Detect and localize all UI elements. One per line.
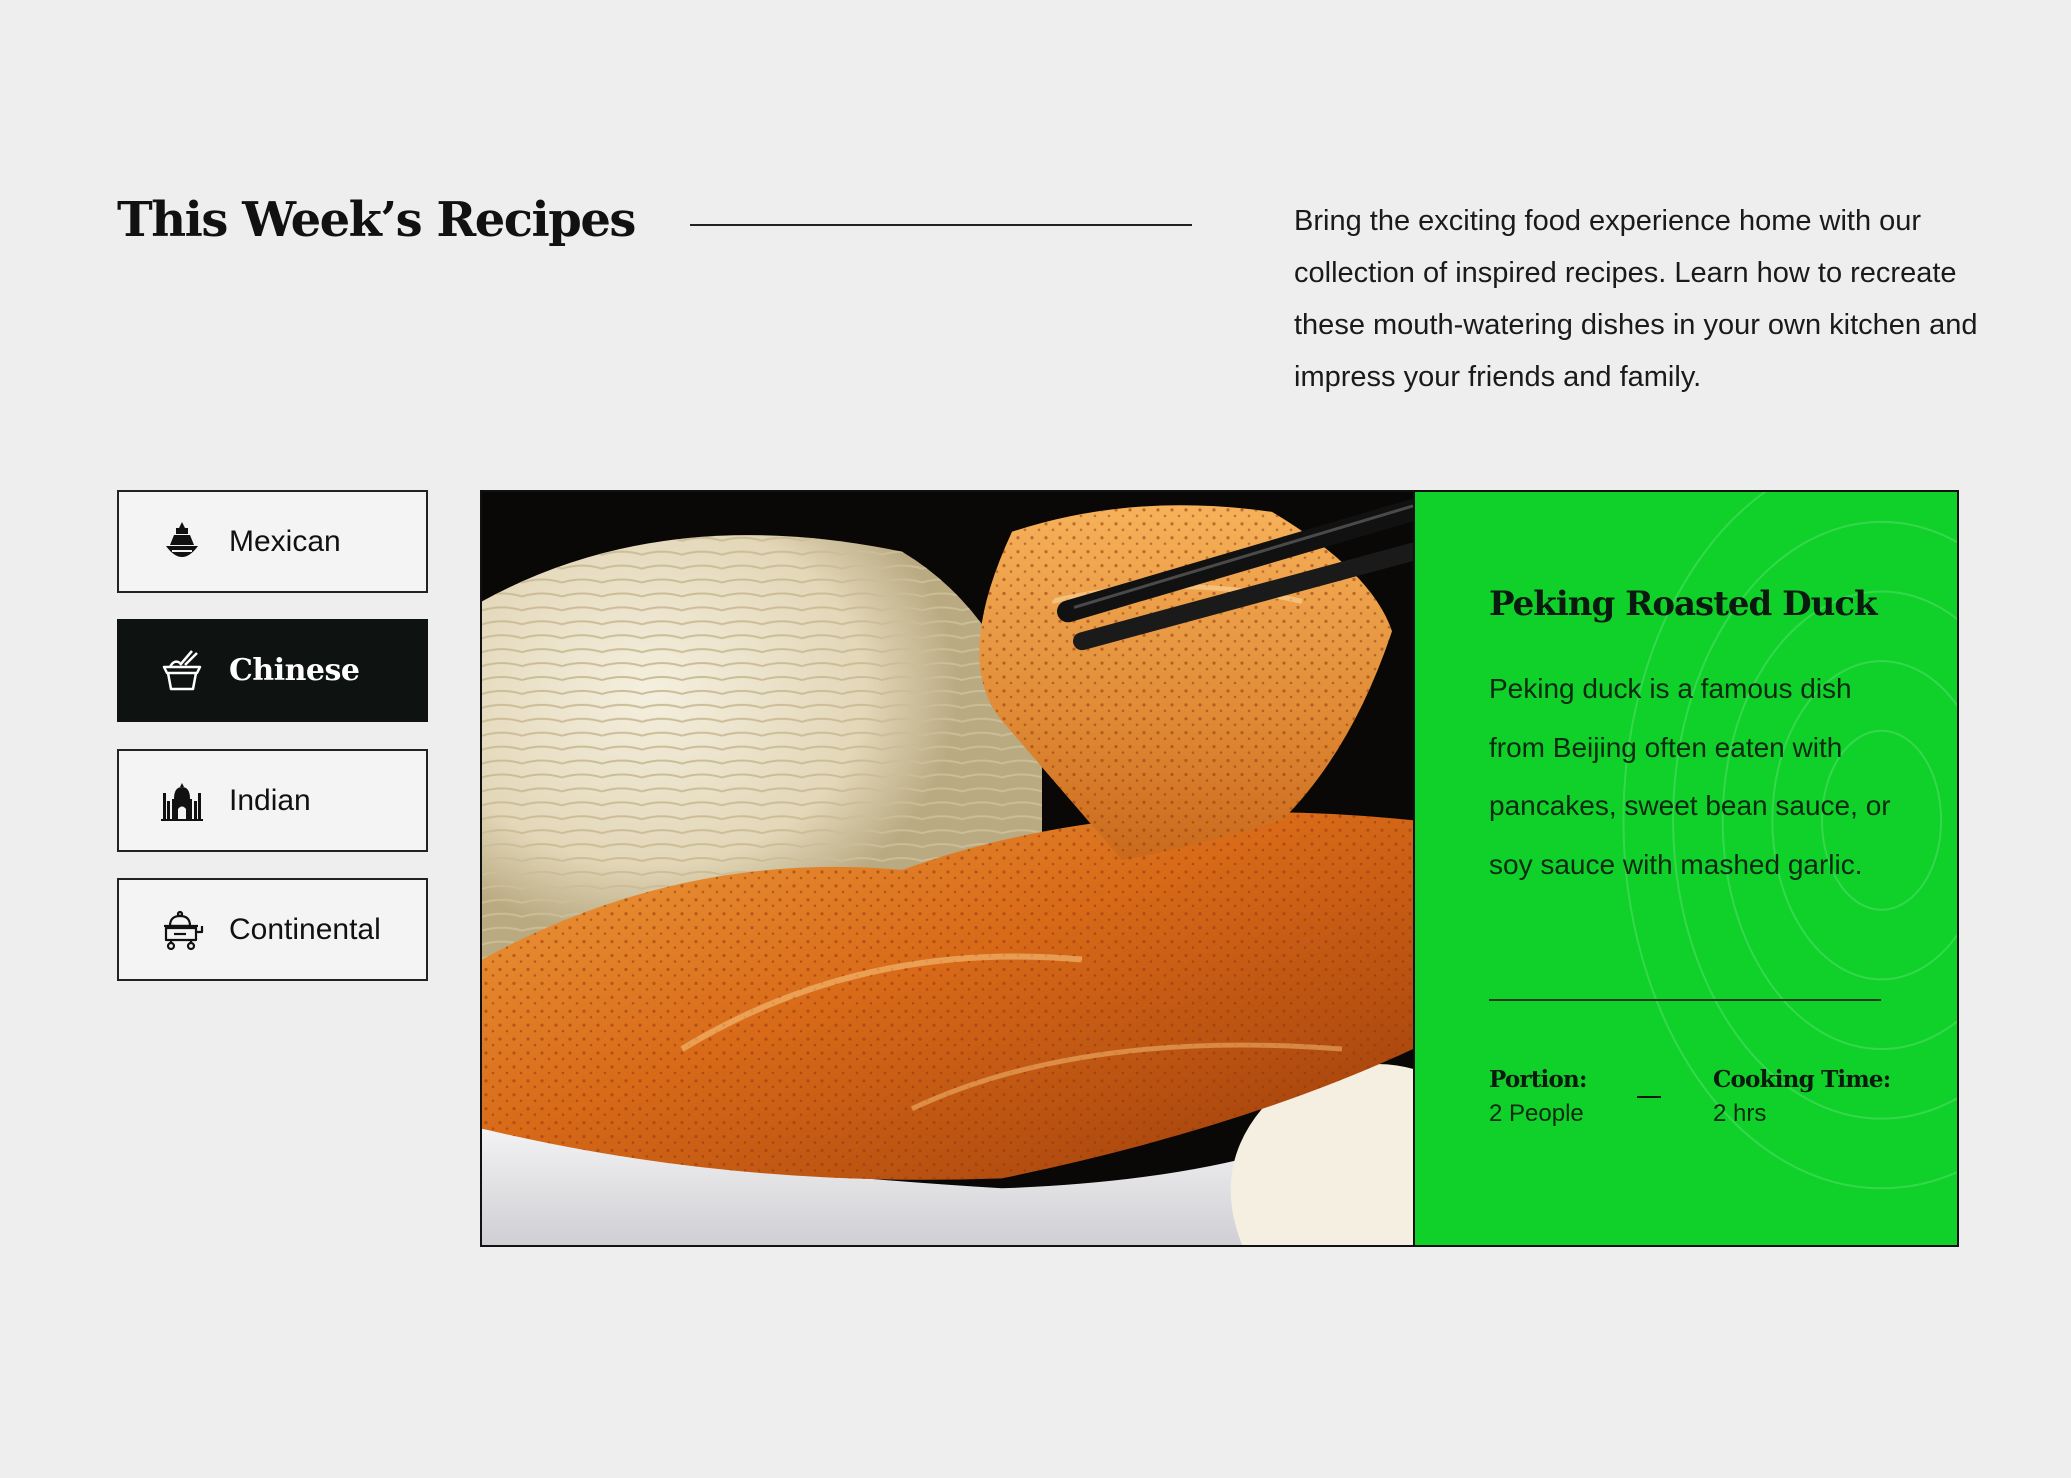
tab-label: Continental bbox=[229, 912, 381, 946]
title-divider bbox=[690, 224, 1192, 226]
meta-separator bbox=[1637, 1096, 1661, 1098]
sombrero-icon bbox=[157, 517, 207, 567]
tab-label: Chinese bbox=[229, 653, 360, 688]
page-title: This Week’s Recipes bbox=[117, 192, 636, 248]
recipe-photo bbox=[482, 492, 1413, 1245]
peking-duck-photo bbox=[482, 492, 1413, 1245]
serving-cart-icon bbox=[157, 905, 207, 955]
tab-label: Indian bbox=[229, 783, 311, 817]
cooking-time-value: 2 hrs bbox=[1713, 1100, 1767, 1127]
taj-mahal-icon bbox=[157, 776, 207, 826]
portion-value: 2 People bbox=[1489, 1100, 1584, 1127]
intro-text: Bring the exciting food experience home … bbox=[1294, 205, 1978, 393]
tab-chinese[interactable]: Chinese bbox=[117, 619, 428, 722]
tab-mexican[interactable]: Mexican bbox=[117, 490, 428, 593]
recipe-card: Peking Roasted Duck Peking duck is a fam… bbox=[480, 490, 1959, 1247]
recipe-title: Peking Roasted Duck bbox=[1489, 584, 1878, 624]
recipe-description: Peking duck is a famous dish from Beijin… bbox=[1489, 673, 1891, 880]
tab-label: Mexican bbox=[229, 524, 341, 558]
recipe-info-panel: Peking Roasted Duck Peking duck is a fam… bbox=[1413, 492, 1957, 1245]
cooking-time-label: Cooking Time: bbox=[1713, 1066, 1891, 1093]
takeout-box-chopsticks-icon bbox=[157, 646, 207, 696]
tab-indian[interactable]: Indian bbox=[117, 749, 428, 852]
portion-label: Portion: bbox=[1489, 1066, 1587, 1093]
recipes-page: This Week’s Recipes Bring the exciting f… bbox=[0, 0, 2071, 1478]
info-divider bbox=[1489, 999, 1881, 1001]
tab-continental[interactable]: Continental bbox=[117, 878, 428, 981]
